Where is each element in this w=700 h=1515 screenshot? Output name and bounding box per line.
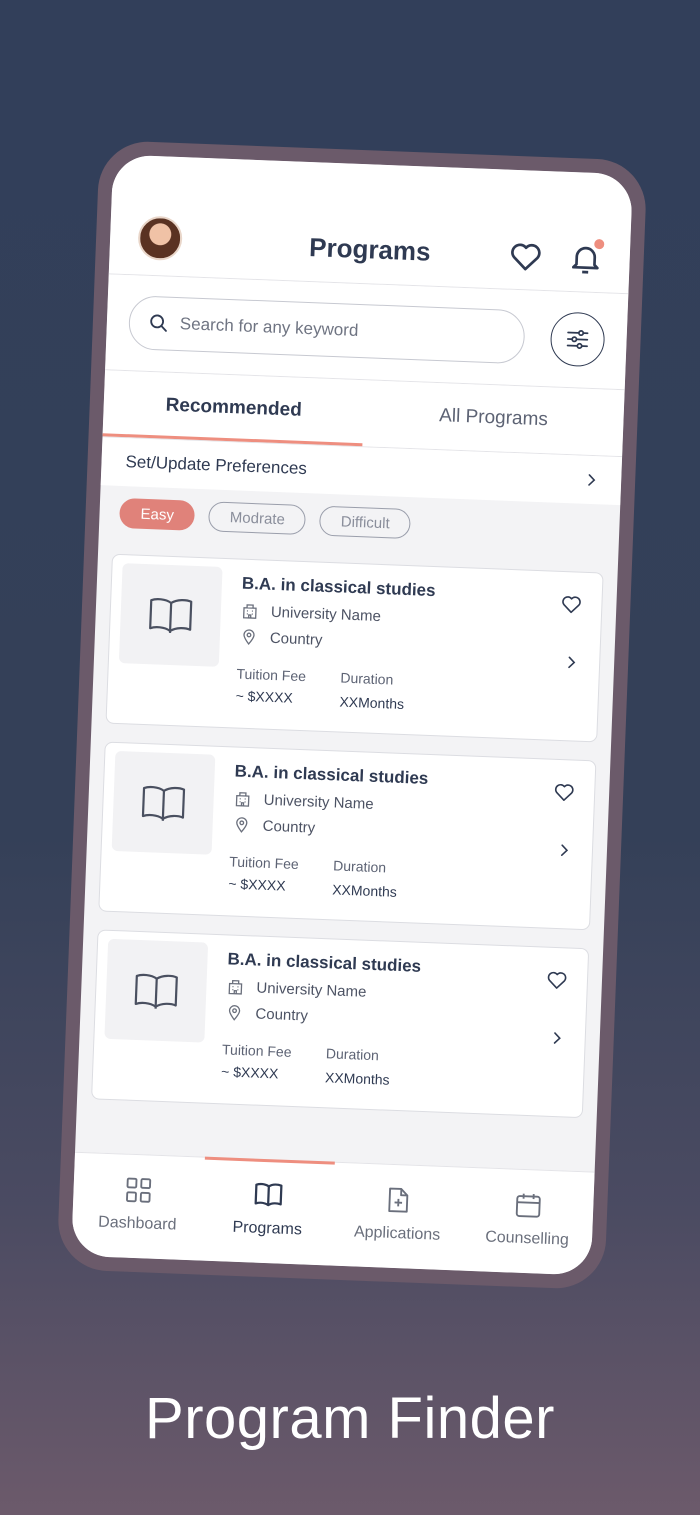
program-title: B.A. in classical studies (241, 573, 436, 601)
chevron-right-icon (588, 474, 596, 486)
chip-easy[interactable]: Easy (119, 497, 196, 531)
chip-moderate[interactable]: Modrate (208, 501, 307, 536)
book-icon (134, 973, 178, 1009)
chevron-right-icon[interactable] (556, 842, 573, 859)
duration-label: Duration (325, 1045, 380, 1064)
phone-frame: Programs Search for any keyword Recommen… (56, 139, 648, 1291)
favorite-heart-icon[interactable] (559, 592, 584, 617)
country-row: Country (240, 628, 323, 649)
book-icon (149, 598, 193, 633)
program-thumbnail (118, 563, 223, 667)
nav-dashboard[interactable]: Dashboard (71, 1153, 205, 1261)
tuition-fee-label: Tuition Fee (221, 1041, 292, 1060)
building-icon (242, 604, 257, 619)
duration-label: Duration (332, 857, 387, 876)
program-card[interactable]: B.A. in classical studies University Nam… (91, 929, 590, 1119)
bottom-navigation: Dashboard Programs Applications Counsell… (71, 1151, 595, 1276)
duration-value: XXMonths (331, 881, 398, 900)
tuition-fee-label: Tuition Fee (228, 853, 300, 873)
nav-programs-label: Programs (232, 1218, 303, 1239)
nav-applications-label: Applications (353, 1223, 441, 1244)
favorite-heart-icon[interactable] (545, 968, 570, 993)
program-title: B.A. in classical studies (227, 949, 422, 976)
nav-counselling-label: Counselling (484, 1228, 570, 1249)
duration-label: Duration (340, 669, 394, 688)
university-row: University Name (233, 790, 374, 813)
nav-applications[interactable]: Applications (331, 1163, 465, 1271)
search-input[interactable] (178, 298, 511, 363)
grid-icon (126, 1177, 152, 1203)
heart-icon[interactable] (507, 238, 544, 275)
search-icon (150, 314, 167, 332)
tuition-fee-value: ~ $XXXX (228, 875, 286, 894)
program-list: B.A. in classical studies University Nam… (77, 543, 618, 1119)
caption-title: Program Finder (145, 1386, 555, 1451)
location-pin-icon (236, 817, 248, 833)
phone-mockup: Programs Search for any keyword Recommen… (56, 139, 648, 1291)
tuition-fee-value: ~ $XXXX (235, 687, 294, 706)
filter-button[interactable] (549, 311, 606, 368)
program-card[interactable]: B.A. in classical studies University Nam… (105, 553, 604, 743)
building-icon (228, 979, 243, 995)
university-row: University Name (241, 602, 382, 625)
preferences-label: Set/Update Preferences (125, 452, 308, 479)
program-thumbnail (104, 938, 209, 1043)
duration-value: XXMonths (324, 1069, 390, 1088)
university-name: University Name (263, 791, 374, 813)
location-pin-icon (228, 1005, 241, 1021)
chevron-right-icon[interactable] (548, 1030, 565, 1047)
country-row: Country (232, 816, 316, 837)
program-title: B.A. in classical studies (234, 761, 429, 788)
university-name: University Name (256, 979, 367, 1001)
nav-counselling[interactable]: Counselling (461, 1168, 595, 1276)
tab-recommended[interactable]: Recommended (103, 370, 365, 446)
program-thumbnail (111, 750, 216, 855)
page-title: Programs (308, 232, 432, 267)
building-icon (235, 792, 250, 807)
program-card[interactable]: B.A. in classical studies University Nam… (98, 741, 597, 931)
duration-value: XXMonths (339, 693, 405, 712)
book-icon (141, 785, 186, 821)
search-box[interactable] (127, 295, 526, 365)
file-plus-icon (388, 1187, 409, 1213)
tuition-fee-label: Tuition Fee (236, 665, 307, 685)
location-pin-icon (243, 629, 255, 646)
country-name: Country (255, 1005, 309, 1025)
country-row: Country (225, 1003, 308, 1024)
calendar-icon (515, 1193, 541, 1218)
app-screen: Programs Search for any keyword Recommen… (71, 154, 633, 1276)
book-icon (254, 1182, 283, 1207)
app-header: Programs (108, 154, 633, 295)
favorite-heart-icon[interactable] (552, 780, 577, 805)
chevron-right-icon[interactable] (563, 654, 580, 671)
sliders-icon (566, 329, 589, 349)
university-name: University Name (270, 603, 382, 625)
country-name: Country (262, 817, 316, 837)
tuition-fee-value: ~ $XXXX (220, 1063, 279, 1082)
country-name: Country (269, 629, 323, 649)
nav-programs[interactable]: Programs (201, 1158, 335, 1266)
tab-all-programs[interactable]: All Programs (362, 380, 624, 456)
chip-difficult[interactable]: Difficult (319, 505, 412, 540)
university-row: University Name (226, 977, 367, 1000)
nav-dashboard-label: Dashboard (97, 1213, 177, 1234)
